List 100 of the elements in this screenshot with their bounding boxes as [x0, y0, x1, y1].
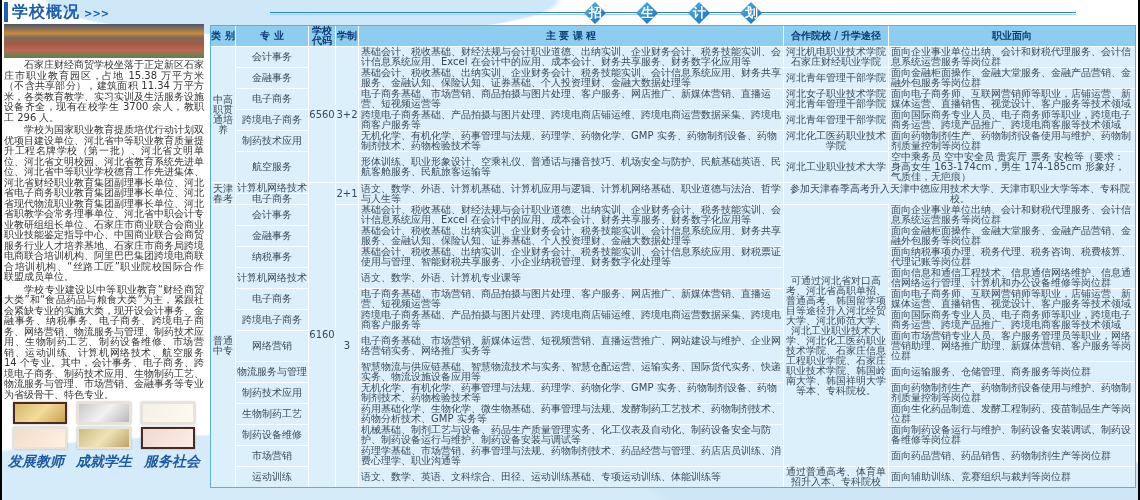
major-cell: 电子商务 — [236, 89, 308, 109]
paragraph: 学校为国家职业教育提质培优行动计划双优项目建设单位、河北省中等职业教育质量提升工程名牌学校（第一批）、河北省文明单位、河北省文明校园、河北省教育系统先进单位、河北省中等职业学校德育工作先进集体、河北省财经职业教育集团副理事长单位、河北省电子商务职业教育集团副理事长单位、河北省现代物流职业教育集团副理事长单位、河北省职教学会常务理事单位、河北省中职会计专业教研组组长单位、石家庄市商业联合会商业职业技能鉴定指导中心、中国商业联合会商贸服务行业人才培养基地、石家庄市商务局跨境电商联合培训机构、阿里巴巴集团跨境电商联合培训机构、“丝路工匠”职业院校国际合作联盟成员单位。 — [4, 125, 204, 283]
partner-cell: 通过普通高考、体育单招升入本、专科院校 — [784, 467, 888, 487]
career-cell: 面向市场营销专业人员、客户服务管理员等职业，网络营销助理、网络推广助理、新媒体营销、客户服务等岗位群 — [889, 331, 1135, 361]
major-cell: 跨境电子商务 — [236, 310, 308, 330]
courses-cell: 基础会计、税收基础、出纳实训、企业财务会计、税务技能实训、会计信息系统应用、财务共享服务、金融认知、保险认知、证券基础、个人投资理财、金融大数据处理等 — [359, 226, 783, 246]
slogan-text: 服务社会 — [144, 452, 200, 471]
courses-cell: 跨境电子商务基础、产品拍摄与图片处理、跨境电商店铺运维、跨境电商运营数据采集、跨境电商客户服务等 — [359, 310, 783, 330]
plaque-photo — [13, 402, 67, 424]
career-cell: 面向运输服务、仓储管理、商务服务等岗位群 — [889, 362, 1135, 382]
major-cell: 电子商务 — [236, 289, 308, 309]
paragraph: 石家庄财经商贸学校坐落于正定新区石家庄市职业教育园区，占地 15.38 万平方米（不含共享部分），建筑面积 11.34 万平方米，各类教育教学、实习实训及生活服务设施设备齐全，现有在校学生 3700 余人，教职工 296 人。 — [4, 60, 204, 123]
major-cell: 会计事务 — [236, 47, 308, 67]
career-cell: 面向纳税事项办理、税务代理、税务咨询、税费核算、代理记账等岗位群 — [889, 247, 1135, 267]
courses-cell: 智慧物流与供应链基础、智慧物流技术与实务、智慧仓配运营、运输实务、国际货代实务、快递实务、物流设施设备应用等 — [359, 362, 783, 382]
major-cell: 纳税事务 — [236, 247, 308, 267]
career-cell: 面向生化药品制造、发酵工程制药、疫苗制品生产等岗位群 — [889, 404, 1135, 424]
courses-cell: 跨境电子商务基础、产品拍摄与图片处理、跨境电商店铺运维、跨境电商运营数据采集、跨境电商客户服务等 — [359, 110, 783, 130]
courses-cell: 语文、数学、英语、文科综合、田径、运动训练基础、专项运动训练、体能训练等 — [359, 467, 783, 487]
major-cell: 计算机网络技术 — [236, 183, 308, 193]
pathway-cell: 参加天津春季高考升入天津中德应用技术大学、天津市职业大学等本、专科院校。 — [784, 183, 1135, 204]
career-cell: 面向企业事业单位出纳、会计和财税代理服务、会计信息系统运营服务等岗位群 — [889, 47, 1135, 67]
paragraph: 学校专业建设以中等职业教育“财经商贸大类”和“食品药品与粮食大类”为主，紧跟社会紧缺专业的实施大类，现开设会计事务、金融事务、纳税事务、电子商务、跨境电子商务、网络营销、物流服务与管理、制药技术应用、生物制药工艺、制药设备维修、市场营销、运动训练、计算机网络技术、航空服务 14 个专业。其中，会计事务、电子商务、跨境电子商务、制药技术应用、生物制药工艺、物流服务与管理、市场营销、金融事务等专业为省级骨干、特色专业。 — [4, 284, 204, 400]
category-cell: 中高职贯通培养 — [211, 47, 235, 182]
column-header: 职业面向 — [889, 26, 1135, 46]
code-cell: 6160 — [309, 183, 335, 487]
major-cell: 金融事务 — [236, 68, 308, 88]
duration-cell: 2+1 — [336, 183, 358, 204]
career-cell: 面向国际商务专业人员、电子商务师等职业，跨境电子商务运营、跨境产品推广、跨境电商客服等技术领域 — [889, 310, 1135, 330]
courses-cell: 基础会计、税收基础、出纳实训、企业财务会计、税务技能实训、会计信息系统应用、财税票证使用与管理、智能财税共享服务、小企业纳税管理、财务数字化处理等 — [359, 247, 783, 267]
major-cell: 运动训练 — [236, 467, 308, 487]
career-cell: 面向信息和通信工程技术、信息通信网络维护、信息通信网络运行管理、计算机和办公设备维修等岗位群 — [889, 268, 1135, 288]
slogan-text: 成就学生 — [76, 452, 132, 471]
career-cell: 面向金融柜面操作、金融大堂服务、金融产品营销、金融外包服务等岗位群 — [889, 226, 1135, 246]
plaque-photo — [77, 427, 131, 449]
major-cell: 电子商务 — [236, 194, 308, 204]
courses-cell: 语文、数学、外语、计算机基础、计算机应用与逻辑、计算机网络基础、职业道德与法治、哲学与人生等 — [359, 183, 783, 204]
courses-cell: 基础会计、税收基础、财经法规与会计职业道德、出纳实训、企业财务会计、税务技能实训、会计信息系统应用、Excel 在会计中的应用、成本会计、财务共享服务、财务数字化应用等 — [359, 47, 783, 67]
courses-cell: 电子商务基础、市场营销、新媒体运营、短视频营销、直播运营推广、网站建设与维护、企业网络营销实务、网络推广实务等 — [359, 331, 783, 361]
courses-cell: 药用基础化学、生物化学、微生物基础、药事管理与法规、发酵制药工艺技术、药物制剂技术、药物分析技术、GMP 实务等 — [359, 404, 783, 424]
column-header: 专 业 — [236, 26, 308, 46]
plaque-photo — [13, 427, 67, 449]
heading-character: 划 — [740, 2, 762, 24]
duration-cell: 3+2 — [336, 47, 358, 182]
column-header: 学校代码 — [309, 26, 335, 46]
career-cell: 面向药物制剂生产、药物制剂设备使用与维护、药物制剂质量控制等岗位群 — [889, 383, 1135, 403]
major-cell: 跨境电子商务 — [236, 110, 308, 130]
major-cell: 会计事务 — [236, 205, 308, 225]
major-cell: 制药技术应用 — [236, 383, 308, 403]
column-header: 类 别 — [211, 26, 235, 46]
partner-cell: 河北化工医药职业技术学院 — [784, 131, 888, 151]
career-cell: 面向辅助训练、竞赛组织与裁判等岗位群 — [889, 467, 1135, 487]
career-cell: 面向药品营销、药品销售、药物制剂生产等岗位群 — [889, 446, 1135, 466]
plaque-photo — [141, 402, 195, 424]
courses-cell: 基础会计、税收基础、财经法规与会计职业道德、出纳实训、企业财务会计、税务技能实训、会计信息系统应用、Excel 在会计中的应用、成本会计、财务共享服务、财务数字化应用等 — [359, 205, 783, 225]
partner-cell: 河北青年管理干部学院 — [784, 110, 888, 130]
major-cell: 物流服务与管理 — [236, 362, 308, 382]
career-cell: 面向金融柜面操作、金融大堂服务、金融产品营销、金融外包服务等岗位群 — [889, 68, 1135, 88]
column-header: 合作院校 / 升学途径 — [784, 26, 888, 46]
courses-cell: 语文、数学、外语、计算机专业课等 — [359, 268, 783, 288]
duration-cell: 3 — [336, 205, 358, 487]
major-cell: 金融事务 — [236, 226, 308, 246]
major-cell: 制药技术应用 — [236, 131, 308, 151]
major-cell: 计算机网络技术 — [236, 268, 308, 288]
major-cell: 航空服务 — [236, 152, 308, 182]
plaque-photo — [141, 427, 195, 449]
partner-name: 石家庄财经职业学院 — [791, 57, 881, 67]
courses-cell: 形体训练、职业形象设计、空乘礼仪、普通话与播音技巧、机场安全与防护、民航基础英语、民航客舱服务、民航旅客运输等 — [359, 152, 783, 182]
courses-cell: 药理学基础、市场营销、药事管理与法规、药物制剂技术、药品经营与管理、药店店员训练、消费心理学、职业沟通等 — [359, 446, 783, 466]
career-cell: 面向国际商务专业人员、电子商务师等职业，跨境电子商务运营、跨境产品推广、跨境电商客服等技术领域 — [889, 110, 1135, 130]
chevron-marks: >>> — [84, 8, 110, 19]
courses-cell: 电子商务基础、市场营销、商品拍摄与图片处理、客户服务、网店推广、新媒体营销、直播运营、短视频运营等 — [359, 89, 783, 109]
partner-name: 河北青年管理干部学院 — [786, 99, 886, 109]
career-cell: 面向企业事业单位出纳、会计和财税代理服务、会计信息系统运营服务等岗位群 — [889, 205, 1135, 225]
career-cell: 面向电子商务师、互联网营销师等职业，店铺运营、新媒体运营、直播销售、视觉设计、客户服务等技术领域 — [889, 289, 1135, 309]
heading-character: 计 — [688, 2, 710, 24]
category-cell: 天津春考 — [211, 183, 235, 204]
career-cell: 空中乘务员 空中安全员 贵宾厅 票务 安检等（要求：身高女生 163-174cm，男生 174-185cm 形象好，气质佳，无疤痕） — [889, 152, 1135, 182]
courses-cell: 电子商务基础、市场营销、商品拍摄与图片处理、客户服务、网店推广、新媒体营销、直播运营、短视频运营等 — [359, 289, 783, 309]
partner-cell: 河北工业职业技术大学 — [784, 152, 888, 182]
major-cell: 制药设备维修 — [236, 425, 308, 445]
career-cell: 面向药物制剂生产、药物制剂设备使用与维护、药物制剂质量控制等岗位群 — [889, 131, 1135, 151]
courses-cell: 无机化学、有机化学、药事管理与法规、药理学、药物化学、GMP 实务、药物制剂设备、药物制剂技术、药物检验技术等 — [359, 383, 783, 403]
column-header: 主 要 课 程 — [359, 26, 783, 46]
major-cell: 市场营销 — [236, 446, 308, 466]
category-cell: 普通中专 — [211, 205, 235, 487]
column-header: 学制 — [336, 26, 358, 46]
courses-cell: 机械基础、制剂工艺与设备、药品生产质量管理实务、化工仪表及自动化、制药设备安全与防护、制药设备运行与维护、制药设备安装与调试等 — [359, 425, 783, 445]
plaque-photo — [77, 402, 131, 424]
career-cell: 面向电子商务师、互联网营销师等职业，店铺运营、新媒体运营、直播销售、视觉设计、客户服务等技术领域 — [889, 89, 1135, 109]
courses-cell: 无机化学、有机化学、药事管理与法规、药理学、药物化学、GMP 实务、药物制剂设备、药物制剂技术、药物检验技术等 — [359, 131, 783, 151]
major-cell: 网络营销 — [236, 331, 308, 361]
heading-character: 招 — [584, 2, 606, 24]
partner-name: 河北女子职业技术学院 — [786, 89, 886, 99]
partner-cell: 河北青年管理干部学院 — [784, 68, 888, 88]
heading-character: 生 — [636, 2, 658, 24]
partner-name: 河北机电职业技术学院 — [786, 47, 886, 57]
courses-cell: 基础会计、税收基础、出纳实训、企业财务会计、税务技能实训、会计信息系统应用、财务共享服务、金融认知、保险认知、证券基础、个人投资理财、金融大数据处理等 — [359, 68, 783, 88]
career-cell: 面向制药设备运行与维护、制药设备安装调试、制药设备维修等岗位群 — [889, 425, 1135, 445]
partner-cell: 可通过河北省对口高考、河北省高职单招、普通高考、韩国留学项目等途径升入河北经贸大学、河北师范大学、河北工业职业技术大学、河北化工医药职业技术学院、石家庄信息工程职业学院、石家庄职业技术学院、韩国岭南大学、韩国祥明大学等本、专科院校。 — [784, 205, 888, 466]
